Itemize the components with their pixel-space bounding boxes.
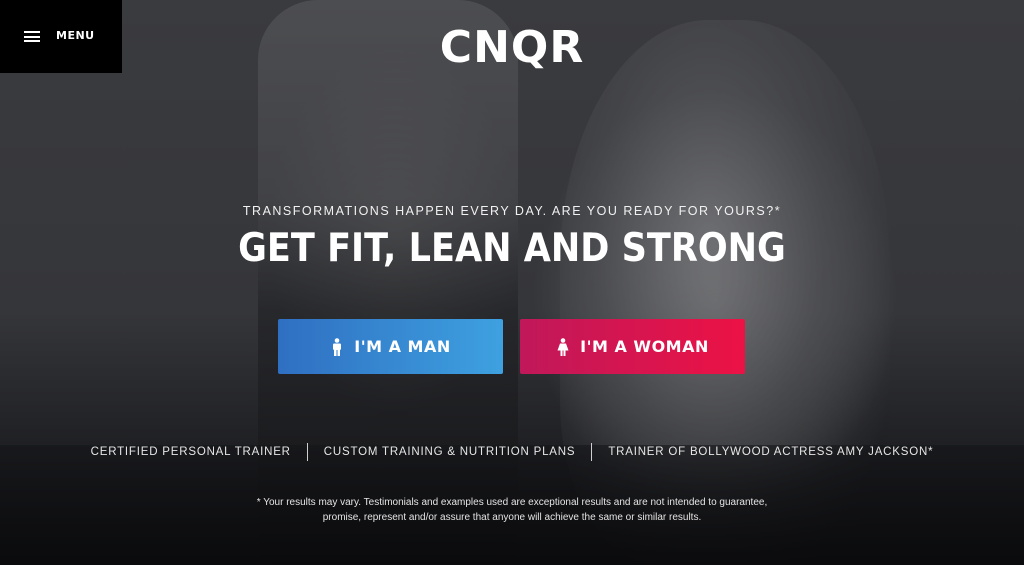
im-a-woman-label: I'M A WOMAN xyxy=(580,337,709,356)
female-figure-icon xyxy=(557,337,569,356)
im-a-woman-button[interactable]: I'M A WOMAN xyxy=(520,319,745,374)
disclaimer-line: * Your results may vary. Testimonials an… xyxy=(256,497,768,508)
hero-tagline: TRANSFORMATIONS HAPPEN EVERY DAY. ARE YO… xyxy=(242,204,782,218)
feature-strip: CERTIFIED PERSONAL TRAINER CUSTOM TRAINI… xyxy=(0,443,1024,461)
site-logo[interactable]: CNQR xyxy=(0,22,1024,73)
male-figure-icon xyxy=(333,337,342,356)
feature-divider xyxy=(306,443,308,461)
feature-item: CUSTOM TRAINING & NUTRITION PLANS xyxy=(323,446,576,458)
feature-item: CERTIFIED PERSONAL TRAINER xyxy=(90,446,291,458)
feature-item: TRAINER OF BOLLYWOOD ACTRESS AMY JACKSON… xyxy=(608,446,934,458)
results-disclaimer: * Your results may vary. Testimonials an… xyxy=(0,495,1024,525)
im-a-man-button[interactable]: I'M A MAN xyxy=(278,319,503,374)
feature-divider xyxy=(591,443,593,461)
im-a-man-label: I'M A MAN xyxy=(354,337,451,356)
hero-headline: GET FIT, LEAN AND STRONG xyxy=(238,226,786,271)
disclaimer-line: promise, represent and/or assure that an… xyxy=(322,512,702,523)
